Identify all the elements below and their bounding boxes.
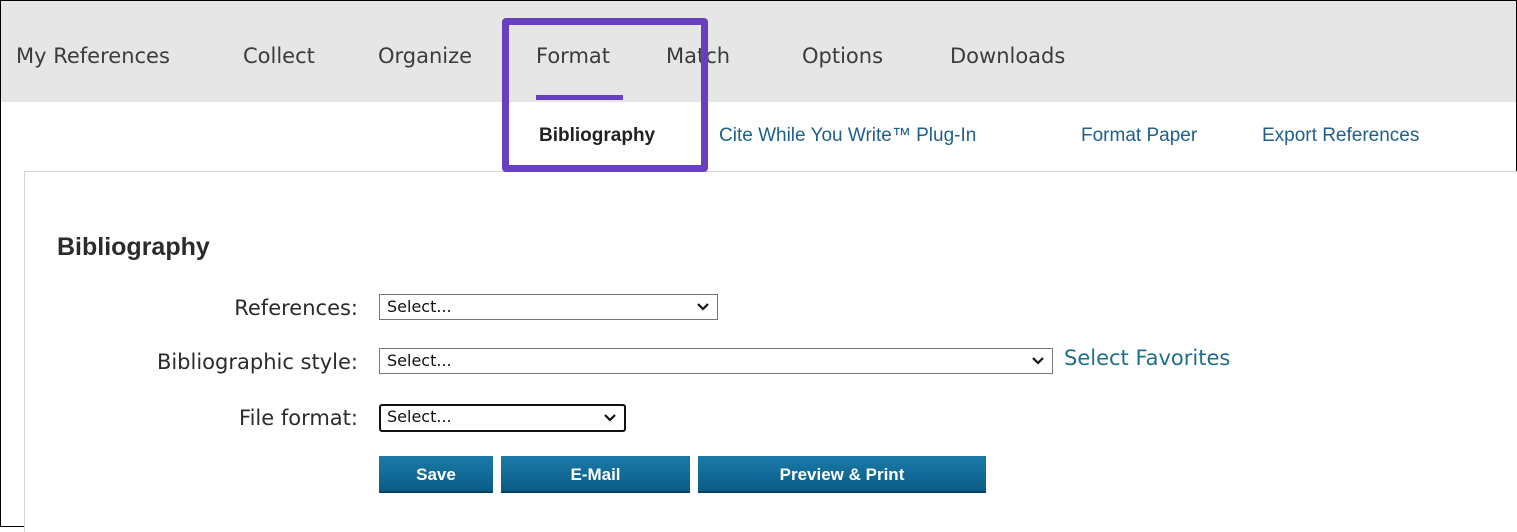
bibliographic-style-value: Select... <box>387 351 452 370</box>
select-favorites-link[interactable]: Select Favorites <box>1064 346 1230 370</box>
page-title: Bibliography <box>57 233 210 261</box>
nav-collect[interactable]: Collect <box>243 44 315 68</box>
save-button[interactable]: Save <box>379 456 493 493</box>
active-tab-indicator <box>536 95 623 100</box>
subnav-cite-while-you-write[interactable]: Cite While You Write™ Plug-In <box>719 125 976 147</box>
file-format-label: File format: <box>239 406 358 430</box>
subnav-bibliography[interactable]: Bibliography <box>539 125 655 147</box>
bibliographic-style-label: Bibliographic style: <box>156 350 358 374</box>
chevron-down-icon <box>697 295 709 311</box>
references-value: Select... <box>387 297 452 316</box>
references-label: References: <box>234 296 358 320</box>
nav-format[interactable]: Format <box>536 44 610 68</box>
references-select[interactable]: Select... <box>379 294 718 320</box>
subnav-export-references[interactable]: Export References <box>1262 125 1419 147</box>
nav-organize[interactable]: Organize <box>378 44 472 68</box>
preview-print-button[interactable]: Preview & Print <box>698 456 986 493</box>
subnav-format-paper[interactable]: Format Paper <box>1081 125 1197 147</box>
chevron-down-icon <box>604 406 616 422</box>
chevron-down-icon <box>1032 349 1044 365</box>
nav-downloads[interactable]: Downloads <box>950 44 1065 68</box>
file-format-value: Select... <box>387 407 452 426</box>
file-format-select[interactable]: Select... <box>379 404 626 432</box>
nav-options[interactable]: Options <box>802 44 883 68</box>
nav-my-references[interactable]: My References <box>16 44 170 68</box>
nav-match[interactable]: Match <box>666 44 730 68</box>
email-button[interactable]: E-Mail <box>501 456 690 493</box>
bibliographic-style-select[interactable]: Select... <box>379 348 1053 374</box>
